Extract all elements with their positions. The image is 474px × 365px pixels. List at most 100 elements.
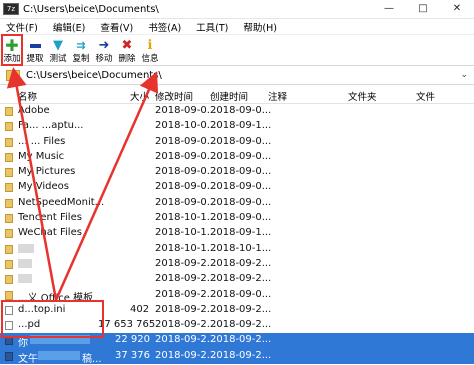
test-button[interactable]: ▼ 测试	[47, 39, 69, 65]
chevron-down-icon[interactable]: ⌄	[460, 70, 468, 80]
column-name[interactable]: 名称	[18, 89, 37, 103]
file-name: Adobe	[18, 105, 50, 116]
list-item[interactable]: 2018-10-1... 2018-10-1...	[0, 242, 474, 257]
list-item[interactable]: Adobe 2018-09-0... 2018-09-0...	[0, 104, 474, 119]
column-files[interactable]: 文件	[416, 89, 435, 103]
minimize-button[interactable]: —	[372, 0, 406, 18]
file-name: 你	[18, 338, 28, 350]
list-item[interactable]: My Music 2018-09-0... 2018-09-0...	[0, 150, 474, 165]
minus-icon	[27, 39, 43, 53]
add-button[interactable]: ✚ 添加	[1, 36, 23, 65]
file-created: 2018-09-2...	[210, 319, 272, 331]
file-size: 37 376	[115, 349, 150, 361]
file-modified: 2018-09-2...	[155, 319, 217, 331]
list-item[interactable]: NetSpeedMonit... 2018-09-0... 2018-09-0.…	[0, 196, 474, 211]
file-modified: 2018-09-0...	[155, 150, 217, 162]
maximize-button[interactable]: □	[406, 0, 440, 18]
file-created: 2018-09-0...	[210, 288, 272, 300]
file-created: 2018-09-0...	[210, 105, 272, 116]
address-bar[interactable]: C:\Users\beice\Documents\ ⌄	[0, 66, 474, 85]
list-item[interactable]: Tencent Files 2018-10-1... 2018-09-0...	[0, 211, 474, 226]
copy-button[interactable]: ⇉ 复制	[70, 39, 92, 65]
file-created: 2018-09-0...	[210, 212, 272, 224]
menu-bookmarks[interactable]: 书签(A)	[142, 20, 190, 34]
file-created: 2018-09-2...	[210, 349, 272, 361]
file-modified: 2018-10-1...	[155, 227, 217, 239]
file-size: 22 920	[115, 334, 150, 346]
document-icon	[5, 336, 13, 346]
column-created[interactable]: 创建时间	[210, 89, 248, 103]
file-modified: 2018-09-2...	[155, 334, 217, 346]
list-item[interactable]: ...pd 17 653 765 2018-09-2... 2018-09-2.…	[0, 318, 474, 333]
menu-edit[interactable]: 编辑(E)	[47, 20, 94, 34]
folder-icon	[5, 168, 13, 178]
file-modified: 2018-09-0...	[155, 105, 217, 116]
file-created: 2018-09-0...	[210, 166, 272, 178]
column-modified[interactable]: 修改时间	[155, 89, 193, 103]
file-icon	[5, 321, 13, 331]
file-created: 2018-09-2...	[210, 334, 272, 346]
column-size[interactable]: 大小	[130, 89, 149, 103]
list-item[interactable]: My Pictures 2018-09-0... 2018-09-0...	[0, 165, 474, 180]
info-button[interactable]: ℹ 信息	[139, 39, 161, 65]
file-name: 文午	[18, 353, 38, 365]
list-item[interactable]: 2018-09-2... 2018-09-2...	[0, 272, 474, 287]
column-header: 名称 大小 修改时间 创建时间 注释 文件夹 文件	[0, 85, 474, 104]
file-created: 2018-09-0...	[210, 181, 272, 193]
menu-help[interactable]: 帮助(H)	[237, 20, 286, 34]
folder-icon	[5, 259, 13, 269]
file-name: My Videos	[18, 181, 69, 193]
file-modified: 2018-10-1...	[155, 242, 217, 254]
toolbar: ✚ 添加 提取 ▼ 测试 ⇉ 复制 ➜ 移动 ✖ 删除 ℹ 信息	[0, 35, 474, 66]
file-modified: 2018-09-2...	[155, 349, 217, 361]
extract-label: 提取	[26, 54, 44, 64]
list-item[interactable]: ...义 Office 模板 2018-09-2... 2018-09-0...	[0, 288, 474, 304]
file-name-suffix: 稿...	[82, 353, 102, 365]
file-modified: 2018-09-0...	[155, 196, 217, 208]
address-path[interactable]: C:\Users\beice\Documents\	[26, 70, 162, 81]
list-item[interactable]: Fa... ...aptu... 2018-10-0... 2018-09-1.…	[0, 119, 474, 134]
menu-tools[interactable]: 工具(T)	[190, 20, 237, 34]
delete-label: 删除	[118, 54, 136, 64]
info-label: 信息	[141, 54, 159, 64]
list-item-selected[interactable]: 你 22 920 2018-09-2... 2018-09-2...	[0, 333, 474, 350]
column-comment[interactable]: 注释	[268, 89, 287, 103]
double-arrow-icon: ⇉	[76, 39, 86, 52]
close-button[interactable]: ✕	[440, 0, 474, 18]
folder-icon	[5, 214, 13, 224]
file-created: 2018-09-2...	[210, 273, 272, 285]
window-title: C:\Users\beice\Documents\	[23, 3, 159, 15]
file-name: My Music	[18, 150, 65, 162]
file-name: NetSpeedMonit...	[18, 196, 105, 208]
list-item[interactable]: WeChat Files 2018-10-1... 2018-09-1...	[0, 226, 474, 241]
menu-bar: 文件(F) 编辑(E) 查看(V) 书签(A) 工具(T) 帮助(H)	[0, 19, 474, 35]
file-name: ...义 Office 模板	[18, 292, 94, 304]
file-name: My Pictures	[18, 166, 76, 178]
list-item-selected[interactable]: 文午 稿... 37 376 2018-09-2... 2018-09-2...	[0, 348, 474, 365]
plus-icon: ✚	[5, 36, 19, 55]
file-list: Adobe 2018-09-0... 2018-09-0... Fa... ..…	[0, 104, 474, 365]
extract-button[interactable]: 提取	[24, 39, 46, 65]
list-item[interactable]: d...top.ini 402 2018-09-2... 2018-09-2..…	[0, 303, 474, 318]
folder-icon	[5, 107, 13, 116]
list-item[interactable]: 2018-09-2... 2018-09-2...	[0, 257, 474, 272]
check-icon: ▼	[53, 38, 63, 53]
arrow-right-icon: ➜	[98, 38, 110, 53]
column-folders[interactable]: 文件夹	[348, 89, 377, 103]
delete-button[interactable]: ✖ 删除	[116, 39, 138, 65]
file-size: 402	[130, 303, 150, 315]
list-item[interactable]: My Videos 2018-09-0... 2018-09-0...	[0, 180, 474, 195]
menu-file[interactable]: 文件(F)	[0, 20, 47, 34]
file-modified: 2018-09-2...	[155, 288, 217, 300]
list-item[interactable]: ... ... Files 2018-09-0... 2018-09-0...	[0, 135, 474, 150]
file-created: 2018-09-0...	[210, 135, 272, 147]
file-created: 2018-10-1...	[210, 242, 272, 254]
file-created: 2018-09-0...	[210, 150, 272, 162]
file-name: ... ... Files	[18, 135, 66, 147]
document-icon	[5, 351, 13, 361]
folder-icon	[5, 152, 13, 162]
folder-icon	[5, 244, 13, 254]
menu-view[interactable]: 查看(V)	[94, 20, 142, 34]
file-modified: 2018-09-0...	[155, 166, 217, 178]
move-button[interactable]: ➜ 移动	[93, 39, 115, 65]
